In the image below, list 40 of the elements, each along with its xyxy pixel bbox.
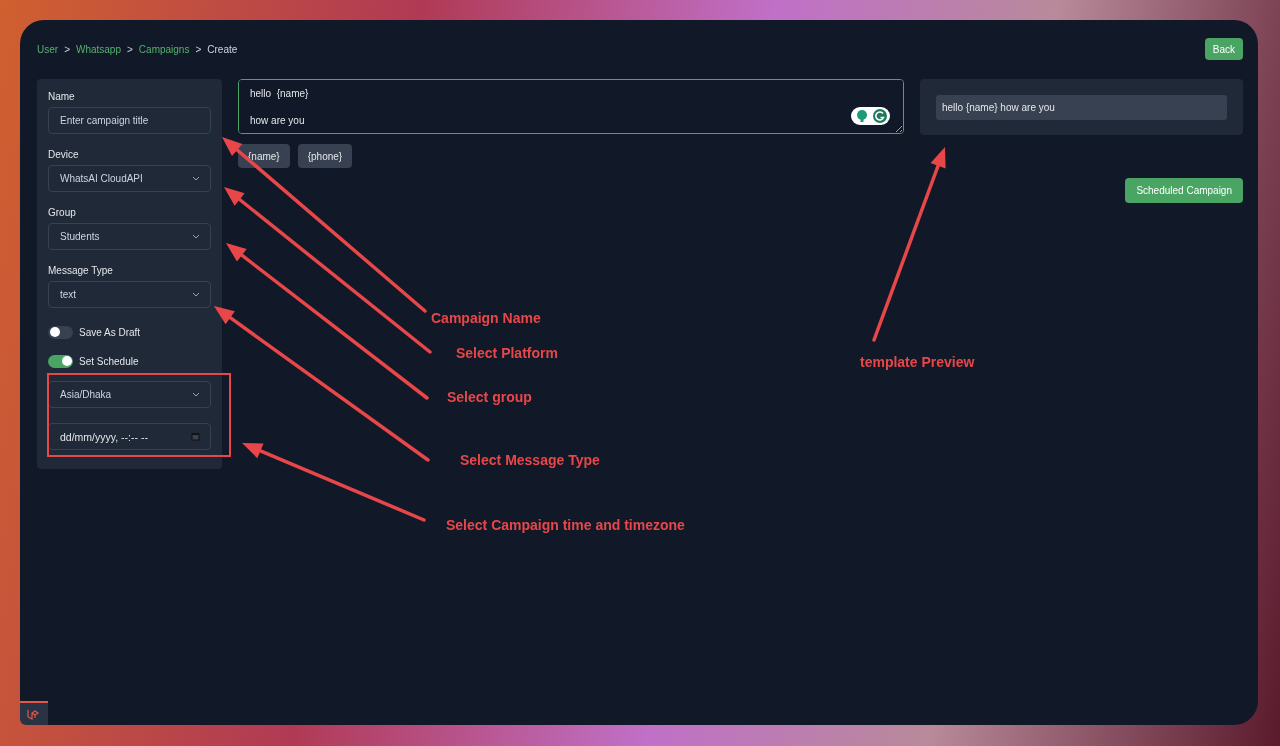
toggle-label: Set Schedule (79, 355, 139, 367)
field-label: Group (48, 207, 77, 218)
datetime-field[interactable]: dd/mm/yyyy, --:-- -- (48, 423, 211, 450)
calendar-icon (191, 432, 200, 441)
preview-message: hello {name} how are you (936, 95, 1227, 120)
toggle-switch[interactable] (48, 354, 73, 368)
annotation-label: Select Campaign time and timezone (446, 517, 685, 533)
field-label: Name (48, 91, 76, 102)
toggle-label: Save As Draft (79, 326, 141, 338)
breadcrumb-separator: > (127, 43, 133, 55)
select-value: Students (60, 231, 100, 242)
chevron-down-icon (192, 392, 200, 397)
select-field[interactable]: WhatsAI CloudAPI (48, 165, 211, 192)
variable-button[interactable]: {name} (238, 144, 290, 168)
annotation-label: template Preview (860, 354, 975, 370)
select-value: WhatsAI CloudAPI (60, 173, 143, 184)
breadcrumb-link[interactable]: User (37, 43, 59, 55)
breadcrumb-link[interactable]: Whatsapp (75, 43, 121, 55)
logo-icon[interactable] (20, 701, 48, 725)
field-label: Message Type (48, 265, 114, 276)
toggle-switch[interactable] (48, 325, 73, 339)
annotation-label: Select Platform (456, 345, 558, 361)
chevron-down-icon (192, 176, 200, 181)
breadcrumb-link[interactable]: Campaigns (138, 43, 190, 55)
variable-button[interactable]: {phone} (297, 144, 353, 168)
breadcrumb-separator: > (195, 43, 202, 55)
annotation-label: Select group (447, 389, 532, 405)
annotation-label: Select Message Type (460, 452, 600, 468)
breadcrumb-separator: > (64, 43, 70, 55)
message-textarea[interactable]: hello {name} how are you (238, 79, 904, 134)
input-field[interactable]: Enter campaign title (48, 107, 211, 134)
breadcrumb-current: Create (207, 43, 238, 55)
field-label: Device (48, 149, 80, 160)
timezone-select[interactable]: Asia/Dhaka (48, 381, 211, 408)
chevron-down-icon (192, 234, 200, 239)
annotation-label: Campaign Name (431, 310, 541, 326)
select-value: text (60, 289, 77, 300)
select-field[interactable]: Students (48, 223, 211, 250)
select-field[interactable]: text (48, 281, 211, 308)
chevron-down-icon (192, 292, 200, 297)
